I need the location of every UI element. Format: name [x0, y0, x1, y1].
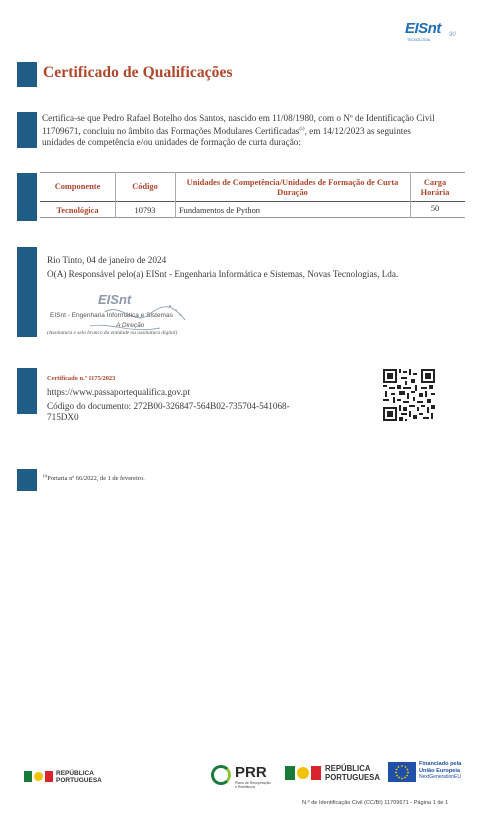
prr-circle-icon: [211, 765, 231, 785]
place-date: Rio Tinto, 04 de janeiro de 2024: [47, 255, 167, 265]
footer-eu: Financiado pela União Europeia NextGener…: [388, 761, 483, 787]
flag-green-mid-icon: [285, 766, 295, 780]
flag-yellow-icon: [34, 772, 43, 781]
flag-red-mid-icon: [311, 766, 321, 780]
row-carga: 50: [430, 204, 440, 213]
responsible-line: O(A) Responsável pelo(a) EISnt - Engenha…: [47, 269, 399, 279]
table-bottom-border: [40, 217, 465, 218]
doc-code-line-1: Código do documento: 272B00-326847-564B0…: [47, 401, 290, 411]
row-codigo: 10793: [134, 206, 156, 215]
stamp-logo: EISnt: [98, 292, 132, 307]
page-info: N.º de Identificação Civil (CC/BI) 11709…: [302, 800, 449, 806]
table-top-border: [40, 172, 465, 173]
qualifications-table: Componente Código Unidades de Competênci…: [40, 172, 465, 218]
intro-text: Certifica-se que Pedro Rafael Botelho do…: [42, 113, 482, 148]
table-bar: [17, 173, 37, 221]
cert-number: Certificado n.º 1175/2023: [47, 375, 116, 382]
flag-green-icon: [24, 771, 32, 782]
prr-text: PRR: [235, 764, 267, 781]
header-codigo: Código: [132, 182, 158, 191]
header-componente: Componente: [54, 182, 101, 191]
col-sep-2: [175, 172, 176, 218]
footer-prr: PRR Plano de Recuperação e Resiliência: [211, 763, 281, 791]
eu-text: Financiado pela União Europeia NextGener…: [419, 761, 462, 781]
footer-republica-left: REPÚBLICA PORTUGUESA: [24, 768, 114, 788]
header-carga: Carga Horária: [420, 178, 450, 197]
qr-code-icon: [383, 369, 435, 421]
signature-bar: [17, 247, 37, 337]
doc-code-line-2: 715DX0: [47, 412, 79, 422]
logo-tagline: TECNOLOGIA: [407, 38, 430, 42]
footnote: (i)Portaria nº 66/2022, de 1 de fevereir…: [43, 473, 145, 482]
rep-left-text: REPÚBLICA PORTUGUESA: [56, 770, 102, 784]
qr-code: [383, 369, 435, 421]
stamp-line-2: A Direção: [116, 322, 145, 329]
table-header-border: [40, 201, 465, 202]
logo-text: EISnt: [405, 20, 441, 37]
signature-caption: (Assinatura e selo branco da entidade ou…: [47, 330, 178, 336]
eu-stars-icon: [395, 765, 409, 780]
intro-line-2: 11709671, concluiu no âmbito das Formaçõ…: [42, 126, 411, 137]
intro-bar: [17, 112, 37, 148]
rep-mid-text: REPÚBLICA PORTUGUESA: [325, 764, 381, 782]
eu-flag-icon: [388, 762, 416, 782]
eisnt-logo: EISnt 90 TECNOLOGIA: [405, 20, 465, 46]
row-componente: Tecnológica: [56, 206, 99, 215]
footnote-bar: [17, 469, 37, 491]
prr-sub: Plano de Recuperação e Resiliência: [235, 781, 271, 789]
intro-line-3: unidades de competência e/ou unidades de…: [42, 137, 301, 148]
verification-url[interactable]: https://www.passaportequalifica.gov.pt: [47, 387, 190, 398]
doc-code: Código do documento: 272B00-326847-564B0…: [47, 401, 290, 423]
flag-yellow-mid-icon: [297, 767, 309, 779]
title-bar: [17, 62, 37, 87]
row-unidade: Fundamentos de Python: [179, 206, 260, 215]
footnote-text: Portaria nº 66/2022, de 1 de fevereiro.: [47, 475, 145, 483]
intro-line-1: Certifica-se que Pedro Rafael Botelho do…: [42, 113, 435, 123]
col-sep-3: [410, 172, 411, 218]
stamp-line-1: EISnt - Engenharia Informática e Sistema…: [50, 312, 173, 319]
flag-red-icon: [45, 771, 53, 782]
verification-bar: [17, 368, 37, 414]
header-unidades: Unidades de Competência/Unidades de Form…: [186, 178, 399, 197]
logo-sub: 90: [449, 32, 456, 38]
page-title: Certificado de Qualificações: [43, 64, 233, 81]
footer-republica-mid: REPÚBLICA PORTUGUESA: [285, 764, 385, 786]
